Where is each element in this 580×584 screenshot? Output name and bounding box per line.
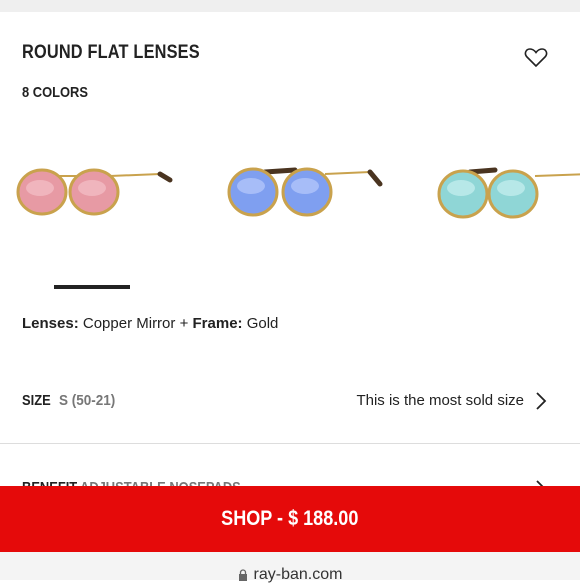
divider (0, 443, 580, 444)
variant-spec: Lenses: Copper Mirror + Frame: Gold (22, 315, 278, 332)
shop-button-label: SHOP - $ 188.00 (221, 507, 359, 530)
chevron-right-icon[interactable] (534, 390, 548, 412)
variant-carousel[interactable] (0, 150, 580, 230)
variant-sunglasses-green[interactable] (425, 150, 580, 230)
spec-plus: + (179, 315, 189, 332)
size-value: S (50-21) (59, 392, 116, 409)
lock-icon (238, 569, 247, 581)
lenses-label: Lenses: (22, 315, 79, 332)
variant-sunglasses-blue[interactable] (215, 150, 385, 230)
selected-variant-indicator (54, 285, 130, 289)
colors-count: 8 COLORS (22, 84, 88, 101)
size-label: SIZE (22, 392, 51, 409)
browser-url-bar[interactable]: ray-ban.com (0, 552, 580, 583)
frame-value: Gold (246, 315, 279, 332)
size-selector[interactable]: SIZE S (50-21) This is the most sold siz… (22, 390, 558, 414)
url-text: ray-ban.com (253, 566, 343, 583)
product-title: ROUND FLAT LENSES (22, 42, 200, 63)
variant-sunglasses-copper[interactable] (10, 150, 180, 230)
url-display: ray-ban.com (0, 566, 580, 584)
status-strip (0, 0, 580, 12)
heart-icon[interactable] (524, 46, 548, 68)
lenses-value: Copper Mirror (82, 315, 176, 332)
frame-label: Frame: (192, 315, 243, 332)
size-note: This is the most sold size (356, 392, 524, 409)
shop-button[interactable]: SHOP - $ 188.00 (0, 486, 580, 552)
